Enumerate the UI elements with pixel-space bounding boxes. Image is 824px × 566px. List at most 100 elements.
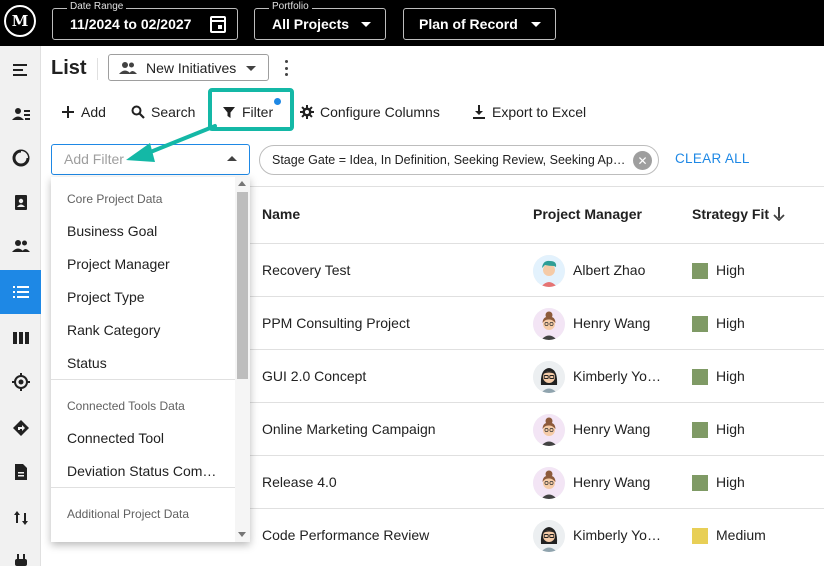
download-icon [473,105,485,119]
project-name[interactable]: Code Performance Review [262,527,429,543]
date-range-caption: Date Range [67,1,127,13]
plan-value: Plan of Record [419,16,518,32]
sort-arrow-down-icon[interactable] [773,207,785,221]
project-manager-name: Kimberly Young [573,527,665,543]
table-row[interactable]: Release 4.0 Henry Wang High [250,455,824,508]
people-icon [119,61,137,74]
chevron-down-icon [531,22,541,27]
column-header-project-manager[interactable]: Project Manager [533,206,642,222]
strategy-fit-swatch [692,316,708,332]
table-row[interactable]: Recovery Test Albert Zhao High [250,243,824,296]
scroll-up-icon[interactable] [238,181,246,186]
table-row[interactable]: GUI 2.0 Concept Kimberly Young High [250,349,824,402]
project-manager-name: Albert Zhao [573,262,646,278]
plus-icon [62,106,74,118]
add-filter-input[interactable] [64,151,214,167]
avatar [533,308,565,340]
filter-button[interactable]: Filter [222,100,273,124]
divider [97,58,98,80]
strategy-fit-swatch [692,528,708,544]
configure-columns-button[interactable]: Configure Columns [300,100,440,124]
project-manager-name: Henry Wang [573,421,651,437]
avatar [533,467,565,499]
user-list-icon[interactable] [0,92,41,136]
chevron-down-icon [246,66,256,71]
filter-active-indicator [274,98,281,105]
columns-icon[interactable] [0,316,41,360]
dropdown-scrollbar-thumb[interactable] [237,192,248,379]
chevron-down-icon [361,22,371,27]
gear-icon [300,105,314,119]
direction-icon[interactable] [0,406,41,450]
add-filter-select[interactable] [51,144,250,175]
configure-columns-label: Configure Columns [320,104,440,120]
dropdown-item[interactable]: Connected Tool [67,430,217,446]
project-name[interactable]: Recovery Test [262,262,350,278]
column-header-strategy-fit[interactable]: Strategy Fit [692,206,769,222]
view-select[interactable]: New Initiatives [108,54,269,81]
avatar [533,255,565,287]
plan-select[interactable]: Plan of Record [403,8,556,40]
project-manager-name: Henry Wang [573,474,651,490]
plug-icon[interactable] [0,540,41,566]
add-filter-dropdown: Core Project Data Business Goal Project Ma… [51,177,250,542]
project-name[interactable]: GUI 2.0 Concept [262,368,366,384]
portfolio-caption: Portfolio [269,1,312,13]
dropdown-item[interactable]: Project Type [67,289,217,305]
clear-all-button[interactable]: CLEAR ALL [675,151,750,166]
avatar [533,414,565,446]
filter-chip-label: Stage Gate = Idea, In Definition, Seekin… [272,153,628,167]
strategy-fit-value: High [716,421,745,437]
search-button[interactable]: Search [131,100,195,124]
page-title: List [51,57,87,79]
strategy-fit-value: High [716,368,745,384]
dropdown-divider [51,487,235,488]
dropdown-item[interactable]: Rank Category [67,322,217,338]
add-button[interactable]: Add [61,100,106,124]
search-button-label: Search [151,104,196,120]
table-row[interactable]: Online Marketing Campaign Henry Wang High [250,402,824,455]
date-range-picker[interactable]: Date Range 11/2024 to 02/2027 [52,1,238,40]
dropdown-item[interactable]: Business Goal [67,223,217,239]
export-excel-label: Export to Excel [492,104,587,120]
project-name[interactable]: PPM Consulting Project [262,315,410,331]
people-icon[interactable] [0,224,41,268]
swap-icon[interactable] [0,496,41,540]
chevron-up-icon [227,156,237,161]
strategy-fit-value: High [716,315,745,331]
table-top-divider [250,186,824,187]
avatar [533,361,565,393]
top-bar: M Date Range 11/2024 to 02/2027 Portfoli… [0,0,824,46]
dropdown-item[interactable]: Status [67,355,217,371]
strategy-fit-value: Medium [716,527,766,543]
project-name[interactable]: Online Marketing Campaign [262,421,436,437]
app-logo[interactable]: M [4,5,36,37]
more-options-icon[interactable] [283,60,289,76]
list-icon[interactable] [0,270,41,314]
portfolio-value: All Projects [272,16,350,32]
project-manager-name: Henry Wang [573,315,651,331]
add-button-label: Add [81,104,106,120]
badge-icon[interactable] [0,180,41,224]
portfolio-select[interactable]: Portfolio All Projects [254,1,386,40]
filter-chip[interactable]: Stage Gate = Idea, In Definition, Seekin… [259,145,659,175]
dropdown-item[interactable]: Project Manager [67,256,217,272]
table-row[interactable]: Code Performance Review Kimberly Young Med… [250,508,824,561]
close-icon[interactable]: ✕ [633,151,652,170]
pie-chart-icon[interactable] [0,136,41,180]
document-icon[interactable] [0,450,41,494]
strategy-fit-value: High [716,474,745,490]
table-row[interactable]: PPM Consulting Project Henry Wang High [250,296,824,349]
strategy-fit-swatch [692,369,708,385]
sidebar [0,46,41,566]
project-name[interactable]: Release 4.0 [262,474,337,490]
dropdown-item[interactable]: Deviation Status Comment [67,463,217,479]
calendar-icon[interactable] [210,16,226,33]
scroll-down-icon[interactable] [238,532,246,537]
target-icon[interactable] [0,360,41,404]
date-range-value: 11/2024 to 02/2027 [70,16,192,32]
filter-icon [223,107,235,118]
export-excel-button[interactable]: Export to Excel [472,100,586,124]
menu-icon[interactable] [0,48,41,92]
column-header-name[interactable]: Name [262,206,300,222]
